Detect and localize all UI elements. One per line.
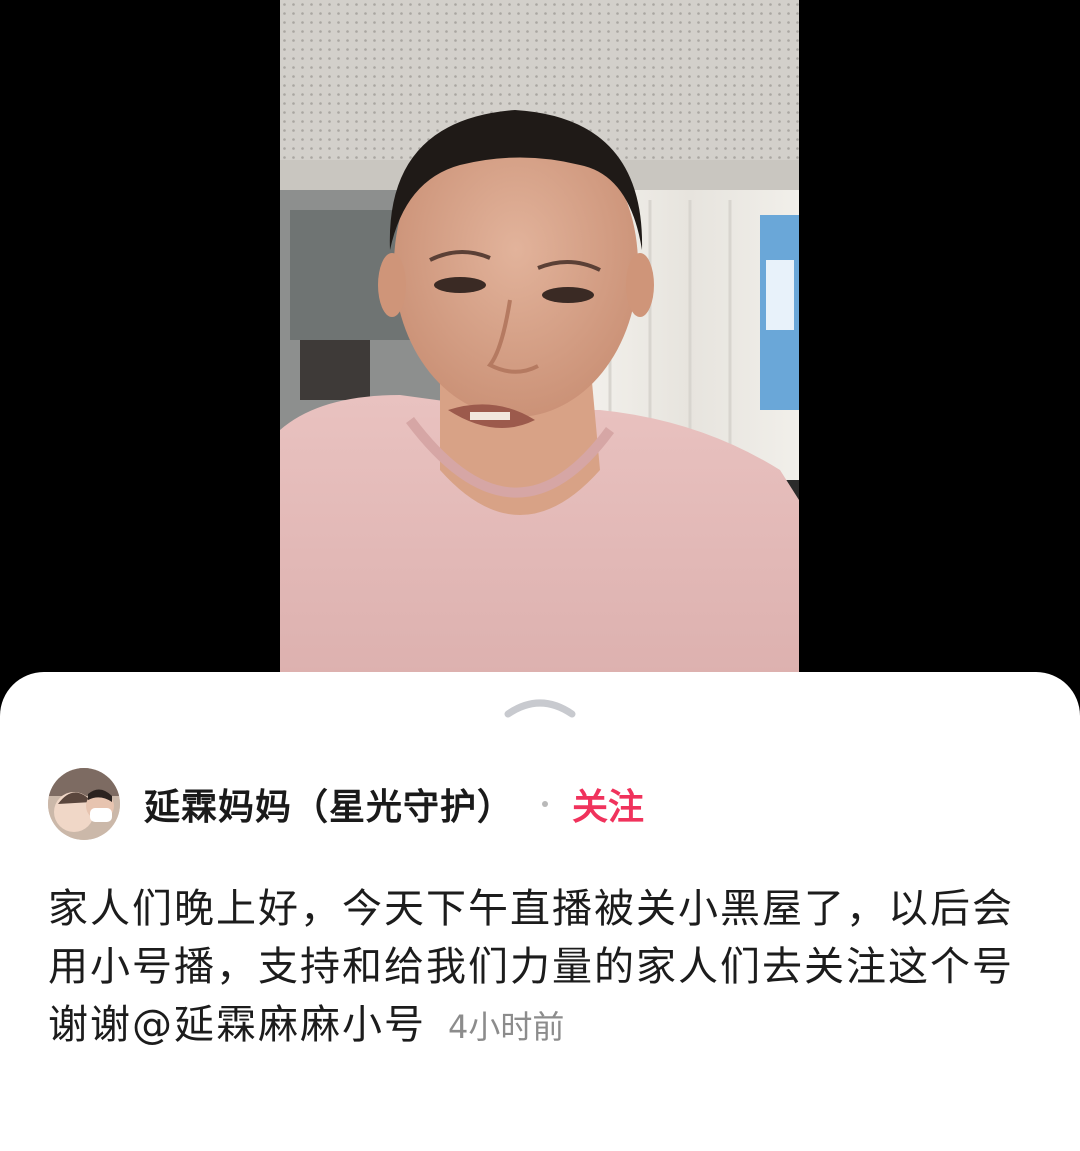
chevron-up-icon[interactable] <box>500 692 580 722</box>
video-frame[interactable] <box>280 0 799 690</box>
post-sheet: 延霖妈妈（星光守护） 关注 家人们晚上好，今天下午直播被关小黑屋了，以后会用小号… <box>0 672 1080 1151</box>
separator-dot <box>542 801 549 807</box>
video-frame-image <box>280 0 799 690</box>
post-text: 家人们晚上好，今天下午直播被关小黑屋了，以后会用小号播，支持和给我们力量的家人们… <box>48 880 1038 1056</box>
screen: 延霖妈妈（星光守护） 关注 家人们晚上好，今天下午直播被关小黑屋了，以后会用小号… <box>0 0 1080 1151</box>
author-row: 延霖妈妈（星光守护） 关注 <box>48 768 644 840</box>
post-time: 4小时前 <box>448 1008 565 1046</box>
author-name[interactable]: 延霖妈妈（星光守护） <box>144 778 514 830</box>
user-avatar[interactable] <box>48 768 120 840</box>
follow-button[interactable]: 关注 <box>572 778 644 830</box>
